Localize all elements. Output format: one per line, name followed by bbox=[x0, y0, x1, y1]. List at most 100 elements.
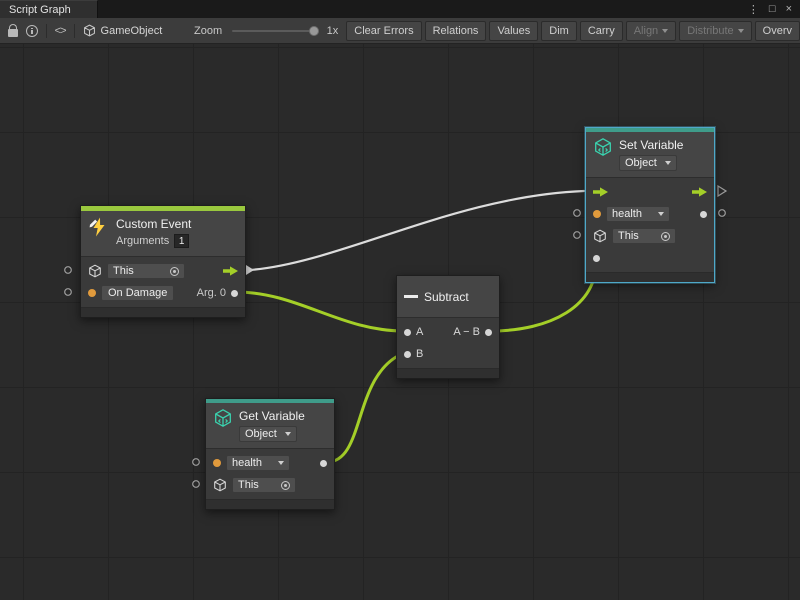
carry-button[interactable]: Carry bbox=[580, 21, 623, 41]
target-icon bbox=[170, 267, 179, 276]
gameobject-icon bbox=[88, 264, 102, 278]
target-icon bbox=[281, 481, 290, 490]
gameobject-label: GameObject bbox=[101, 25, 163, 37]
relations-label: Relations bbox=[433, 25, 479, 37]
target-value: This bbox=[238, 479, 259, 491]
distribute-button[interactable]: Distribute bbox=[679, 21, 751, 41]
node-title: Custom Event bbox=[116, 216, 191, 231]
variable-name-value: health bbox=[232, 457, 262, 469]
clear-errors-button[interactable]: Clear Errors bbox=[346, 21, 421, 41]
gameobject-icon bbox=[213, 478, 227, 492]
gameobject-icon bbox=[593, 229, 607, 243]
output-label: A − B bbox=[453, 326, 480, 338]
chevron-down-icon bbox=[278, 461, 284, 465]
node-custom-event[interactable]: Custom Event Arguments 1 This On Damag bbox=[80, 205, 246, 318]
window-maximize-icon[interactable]: □ bbox=[769, 3, 776, 15]
node-subtract[interactable]: Subtract A A − B B bbox=[396, 275, 500, 379]
node-footer bbox=[586, 272, 714, 282]
arguments-label: Arguments bbox=[116, 235, 169, 247]
event-name-box[interactable]: On Damage bbox=[101, 285, 174, 301]
node-title: Get Variable bbox=[239, 408, 305, 423]
chevron-down-icon bbox=[738, 29, 744, 33]
chevron-down-icon bbox=[658, 212, 664, 216]
window-close-icon[interactable]: × bbox=[786, 3, 792, 15]
align-button[interactable]: Align bbox=[626, 21, 676, 41]
zoom-value: 1x bbox=[327, 25, 339, 37]
node-set-variable[interactable]: Set Variable Object health bbox=[585, 127, 715, 283]
variable-name-dropdown[interactable]: health bbox=[226, 455, 290, 471]
target-value: This bbox=[618, 230, 639, 242]
node-footer bbox=[81, 307, 245, 317]
value-output-port[interactable] bbox=[700, 211, 707, 218]
node-footer bbox=[206, 499, 334, 509]
target-dropdown[interactable]: This bbox=[612, 228, 676, 244]
target-icon bbox=[661, 232, 670, 241]
variable-cube-icon bbox=[213, 408, 233, 428]
toolbar-buttons: Clear Errors Relations Values Dim Carry … bbox=[346, 21, 800, 41]
output-port[interactable] bbox=[485, 329, 492, 336]
gameobject-selector[interactable]: GameObject bbox=[83, 24, 163, 37]
zoom-slider[interactable] bbox=[232, 30, 317, 32]
clear-errors-label: Clear Errors bbox=[354, 25, 413, 37]
target-dropdown[interactable]: This bbox=[107, 263, 185, 279]
overview-button[interactable]: Overv bbox=[755, 21, 800, 41]
node-title: Subtract bbox=[424, 289, 469, 304]
align-label: Align bbox=[634, 25, 658, 37]
variable-kind-dropdown[interactable]: Object bbox=[619, 155, 677, 171]
variable-name-dropdown[interactable]: health bbox=[606, 206, 670, 222]
flow-output-port[interactable] bbox=[692, 187, 707, 197]
target-value: This bbox=[113, 265, 134, 277]
relations-button[interactable]: Relations bbox=[425, 21, 487, 41]
values-button[interactable]: Values bbox=[489, 21, 538, 41]
variable-name-port[interactable] bbox=[213, 459, 221, 467]
value-output-port[interactable] bbox=[320, 460, 327, 467]
input-a-port[interactable] bbox=[404, 329, 411, 336]
variable-kind-value: Object bbox=[625, 157, 657, 169]
variable-name-port[interactable] bbox=[593, 210, 601, 218]
tab-title: Script Graph bbox=[9, 4, 71, 16]
value-input-port[interactable] bbox=[593, 255, 600, 262]
cube-icon bbox=[83, 24, 96, 37]
dim-button[interactable]: Dim bbox=[541, 21, 577, 41]
info-icon[interactable] bbox=[26, 25, 38, 37]
window-controls: ⋮ □ × bbox=[748, 0, 800, 18]
overview-label: Overv bbox=[763, 25, 792, 37]
zoom-label: Zoom bbox=[194, 25, 222, 37]
chevron-down-icon bbox=[662, 29, 668, 33]
edit-script-icon[interactable]: <> bbox=[55, 25, 66, 37]
graph-toolbar: <> GameObject Zoom 1x Clear Errors Relat… bbox=[0, 18, 800, 44]
variable-name-value: health bbox=[612, 208, 642, 220]
input-b-port[interactable] bbox=[404, 351, 411, 358]
toolbar-divider bbox=[74, 24, 75, 38]
node-title: Set Variable bbox=[619, 137, 683, 152]
carry-label: Carry bbox=[588, 25, 615, 37]
node-footer bbox=[397, 368, 499, 378]
arg0-output-port[interactable] bbox=[231, 290, 238, 297]
arg0-label: Arg. 0 bbox=[197, 287, 226, 299]
flow-output-port[interactable] bbox=[223, 266, 238, 276]
custom-event-icon bbox=[88, 216, 110, 238]
window-menu-icon[interactable]: ⋮ bbox=[748, 3, 759, 16]
variable-kind-dropdown[interactable]: Object bbox=[239, 426, 297, 442]
variable-cube-icon bbox=[593, 137, 613, 157]
distribute-label: Distribute bbox=[687, 25, 733, 37]
tab-script-graph[interactable]: Script Graph bbox=[0, 0, 98, 18]
lock-icon[interactable] bbox=[8, 29, 18, 37]
target-dropdown[interactable]: This bbox=[232, 477, 296, 493]
chevron-down-icon bbox=[285, 432, 291, 436]
subtract-icon bbox=[404, 295, 418, 298]
zoom-slider-handle[interactable] bbox=[309, 26, 319, 36]
node-get-variable[interactable]: Get Variable Object health This bbox=[205, 398, 335, 510]
chevron-down-icon bbox=[665, 161, 671, 165]
input-a-label: A bbox=[416, 326, 423, 338]
window-tab-bar: Script Graph ⋮ □ × bbox=[0, 0, 800, 18]
arguments-input[interactable]: 1 bbox=[174, 234, 189, 248]
flow-input-port[interactable] bbox=[593, 187, 608, 197]
input-b-label: B bbox=[416, 348, 423, 360]
dim-label: Dim bbox=[549, 25, 569, 37]
toolbar-divider bbox=[46, 24, 47, 38]
event-trigger-port[interactable] bbox=[88, 289, 96, 297]
event-name-label: On Damage bbox=[108, 287, 167, 299]
variable-kind-value: Object bbox=[245, 428, 277, 440]
values-label: Values bbox=[497, 25, 530, 37]
